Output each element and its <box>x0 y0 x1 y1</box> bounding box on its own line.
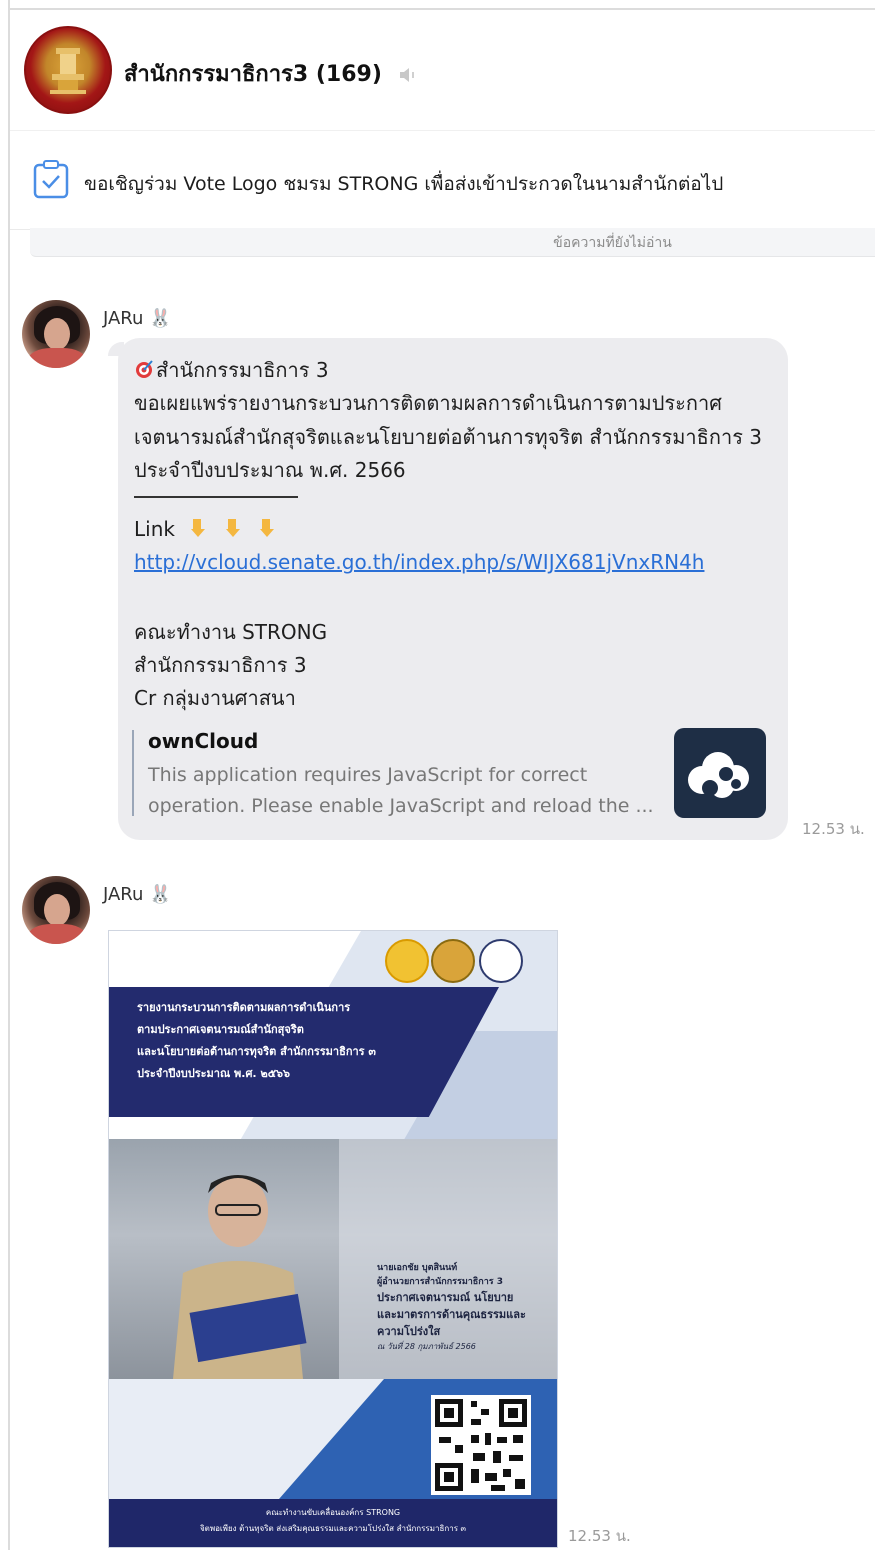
emblem-logo-icon <box>431 939 475 983</box>
unread-divider: ข้อความที่ยังไม่อ่าน <box>30 228 875 257</box>
group-title[interactable]: สำนักกรรมาธิการ3 (169) <box>124 56 420 91</box>
official-figure-icon <box>173 1175 307 1379</box>
link-preview-accent <box>132 730 134 816</box>
chat-window: สำนักกรรมาธิการ3 (169) ขอเชิญร่วม Vote L… <box>0 0 875 1550</box>
poster-footer-text: คณะทำงานขับเคลื่อนองค์กร STRONG จิตพอเพี… <box>199 1508 467 1533</box>
owncloud-logo-icon <box>688 752 749 798</box>
poster-title: รายงานกระบวนการติดตามผลการดำเนินการ ตามป… <box>137 1001 376 1080</box>
strong-logo-icon <box>479 939 523 983</box>
checkbox-clipboard-icon <box>33 160 69 199</box>
message-line: Link <box>134 517 278 541</box>
speaker-muted-icon <box>399 68 414 82</box>
pointing-down-hand-icon <box>225 519 240 537</box>
message-timestamp: 12.53 น. <box>568 1527 631 1545</box>
message-line: คณะทำงาน STRONG <box>134 620 328 644</box>
pointing-down-hand-icon <box>260 519 275 537</box>
message-line: สำนักกรรมาธิการ 3 <box>134 354 329 386</box>
poster-photo: นายเอกชัย บุตสินนท์ ผู้อำนวยการสำนักกรรม… <box>109 1139 557 1379</box>
message-line: สำนักกรรมาธิการ 3 <box>134 653 307 677</box>
group-avatar[interactable] <box>24 26 112 114</box>
chat-header: สำนักกรรมาธิการ3 (169) <box>10 10 875 130</box>
target-icon <box>136 360 153 378</box>
member-count: (169) <box>315 62 382 87</box>
pointing-down-hand-icon <box>191 519 206 537</box>
sender-avatar[interactable] <box>22 876 90 944</box>
qr-code-icon <box>431 1395 531 1495</box>
unread-divider-label: ข้อความที่ยังไม่อ่าน <box>553 235 672 251</box>
window-border <box>8 0 10 1550</box>
image-message[interactable]: รายงานกระบวนการติดตามผลการดำเนินการ ตามป… <box>108 930 558 1548</box>
sender-name[interactable]: JARu 🐰 <box>103 884 172 905</box>
message-link[interactable]: http://vcloud.senate.go.th/index.php/s/W… <box>134 550 704 574</box>
group-name: สำนักกรรมาธิการ3 <box>124 62 309 87</box>
senate-emblem-icon <box>50 48 86 94</box>
message-line: เจตนารมณ์สำนักสุจริตและนโยบายต่อต้านการท… <box>134 425 763 449</box>
link-preview-description: operation. Please enable JavaScript and … <box>148 795 654 817</box>
c3-logo-icon <box>385 939 429 983</box>
sender-avatar[interactable] <box>22 300 90 368</box>
message-line: ประจำปีงบประมาณ พ.ศ. 2566 <box>134 458 406 482</box>
text-divider <box>134 496 298 498</box>
message-timestamp: 12.53 น. <box>802 820 865 838</box>
poster-caption: นายเอกชัย บุตสินนท์ ผู้อำนวยการสำนักกรรม… <box>377 1263 526 1351</box>
message-line: ขอเผยแพร่รายงานกระบวนการติดตามผลการดำเนิ… <box>134 391 722 415</box>
announcement-text: ขอเชิญร่วม Vote Logo ชมรม STRONG เพื่อส่… <box>84 173 724 195</box>
message-line: Cr กลุ่มงานศาสนา <box>134 686 296 710</box>
announcement-bar[interactable]: ขอเชิญร่วม Vote Logo ชมรม STRONG เพื่อส่… <box>10 130 875 230</box>
sender-name[interactable]: JARu 🐰 <box>103 308 172 329</box>
link-preview-title[interactable]: ownCloud <box>148 729 258 753</box>
link-preview-description: This application requires JavaScript for… <box>148 764 588 786</box>
link-preview-thumbnail[interactable] <box>674 728 766 818</box>
